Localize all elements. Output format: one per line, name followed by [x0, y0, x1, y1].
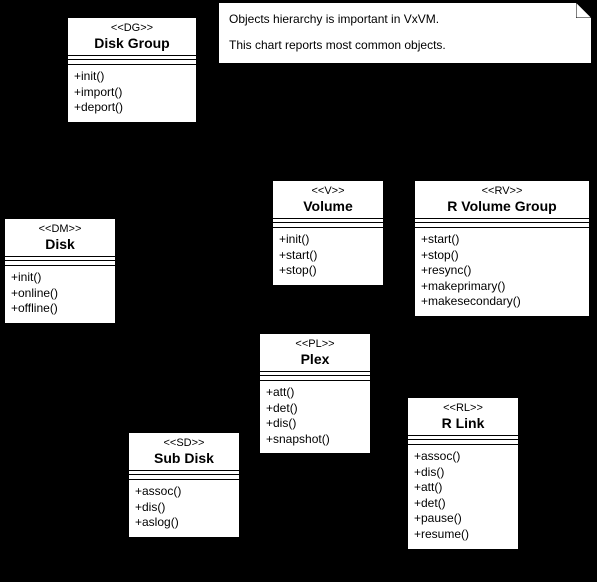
operations: +init() +start() +stop() — [273, 228, 383, 285]
class-plex: <<PL>> Plex +att() +det() +dis() +snapsh… — [259, 333, 371, 454]
stereotype: <<PL>> — [266, 338, 364, 350]
class-name: R Volume Group — [421, 197, 583, 214]
class-name: Volume — [279, 197, 377, 214]
class-r-link: <<RL>> R Link +assoc() +dis() +att() +de… — [407, 397, 519, 550]
note-fold-icon — [576, 2, 592, 18]
class-disk: <<DM>> Disk +init() +online() +offline() — [4, 218, 116, 324]
stereotype: <<V>> — [279, 185, 377, 197]
class-name: Disk — [11, 235, 109, 252]
class-disk-group: <<DG>> Disk Group +init() +import() +dep… — [67, 17, 197, 123]
operations: +start() +stop() +resync() +makeprimary(… — [415, 228, 589, 316]
operations: +att() +det() +dis() +snapshot() — [260, 381, 370, 453]
stereotype: <<RL>> — [414, 402, 512, 414]
class-name: R Link — [414, 414, 512, 431]
stereotype: <<SD>> — [135, 437, 233, 449]
class-name: Plex — [266, 350, 364, 367]
operations: +init() +import() +deport() — [68, 65, 196, 122]
class-name: Disk Group — [74, 34, 190, 51]
stereotype: <<RV>> — [421, 185, 583, 197]
class-volume: <<V>> Volume +init() +start() +stop() — [272, 180, 384, 286]
diagram-note: Objects hierarchy is important in VxVM. … — [218, 2, 592, 64]
note-line-1: Objects hierarchy is important in VxVM. — [229, 11, 581, 27]
class-name: Sub Disk — [135, 449, 233, 466]
stereotype: <<DM>> — [11, 223, 109, 235]
stereotype: <<DG>> — [74, 22, 190, 34]
class-r-volume-group: <<RV>> R Volume Group +start() +stop() +… — [414, 180, 590, 317]
operations: +assoc() +dis() +att() +det() +pause() +… — [408, 445, 518, 549]
class-sub-disk: <<SD>> Sub Disk +assoc() +dis() +aslog() — [128, 432, 240, 538]
note-line-2: This chart reports most common objects. — [229, 37, 581, 53]
operations: +init() +online() +offline() — [5, 266, 115, 323]
operations: +assoc() +dis() +aslog() — [129, 480, 239, 537]
